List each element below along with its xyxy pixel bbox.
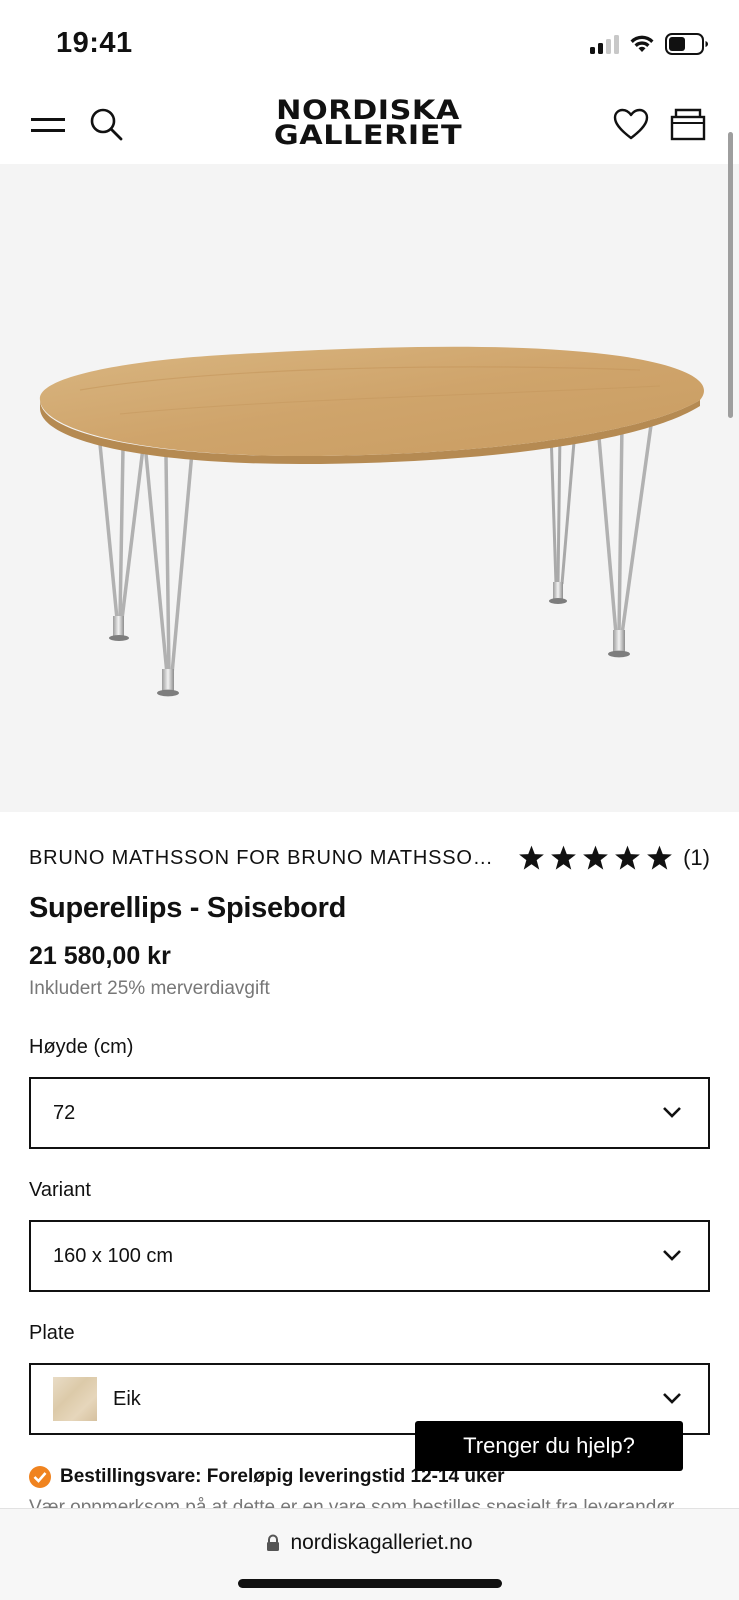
rating[interactable]: (1): [518, 845, 710, 871]
product-title: Superellips - Spisebord: [29, 892, 346, 924]
menu-icon[interactable]: [30, 110, 66, 140]
star-icon: [551, 845, 576, 870]
lock-icon: [267, 1534, 280, 1551]
review-count: (1): [683, 845, 710, 870]
url-text: nordiskagalleriet.no: [290, 1531, 473, 1554]
wifi-icon: [630, 35, 654, 52]
logo-line-2: GALLERIET: [273, 120, 463, 151]
browser-address-bar[interactable]: nordiskagalleriet.no: [0, 1508, 739, 1600]
heart-icon[interactable]: [612, 106, 650, 142]
height-label: Høyde (cm): [29, 1036, 134, 1058]
variant-select-value: 160 x 100 cm: [53, 1244, 174, 1267]
cellular-signal-icon: [590, 34, 619, 54]
variant-label: Variant: [29, 1179, 91, 1201]
plate-select-value: Eik: [113, 1387, 141, 1410]
search-icon[interactable]: [88, 106, 124, 142]
table-illustration: [39, 346, 704, 697]
height-select[interactable]: 72: [29, 1077, 710, 1149]
site-logo[interactable]: NORDISKA GALLERIET: [258, 97, 478, 149]
site-header: NORDISKA GALLERIET: [0, 88, 739, 164]
star-icon: [519, 845, 544, 870]
plate-label: Plate: [29, 1322, 75, 1344]
chevron-down-icon: [663, 1393, 681, 1404]
brand-link[interactable]: BRUNO MATHSSON FOR BRUNO MATHSSON I...: [29, 847, 499, 870]
status-bar: 19:41: [0, 0, 739, 88]
page-scrollbar[interactable]: [728, 132, 733, 418]
status-icons: [590, 32, 709, 56]
height-select-value: 72: [53, 1101, 76, 1124]
star-icon: [615, 845, 640, 870]
variant-select[interactable]: 160 x 100 cm: [29, 1220, 710, 1292]
star-icon: [647, 845, 672, 870]
chevron-down-icon: [663, 1250, 681, 1261]
help-chat-button[interactable]: Trenger du hjelp?: [415, 1421, 683, 1471]
battery-icon: [665, 33, 708, 55]
star-icon: [583, 845, 608, 870]
product-image[interactable]: [0, 164, 739, 812]
status-time: 19:41: [56, 27, 133, 59]
product-info: BRUNO MATHSSON FOR BRUNO MATHSSON I... (…: [29, 838, 710, 999]
url-display[interactable]: nordiskagalleriet.no: [0, 1531, 739, 1555]
home-indicator[interactable]: [238, 1579, 502, 1588]
chevron-down-icon: [663, 1107, 681, 1118]
product-price: 21 580,00 kr: [29, 942, 171, 970]
vat-note: Inkludert 25% merverdiavgift: [29, 978, 270, 999]
oak-swatch: [53, 1377, 97, 1421]
brand-rating-row: BRUNO MATHSSON FOR BRUNO MATHSSON I... (…: [29, 838, 710, 878]
star-rating: [518, 845, 673, 871]
check-circle-icon: [29, 1466, 51, 1488]
bag-icon[interactable]: [669, 106, 707, 142]
